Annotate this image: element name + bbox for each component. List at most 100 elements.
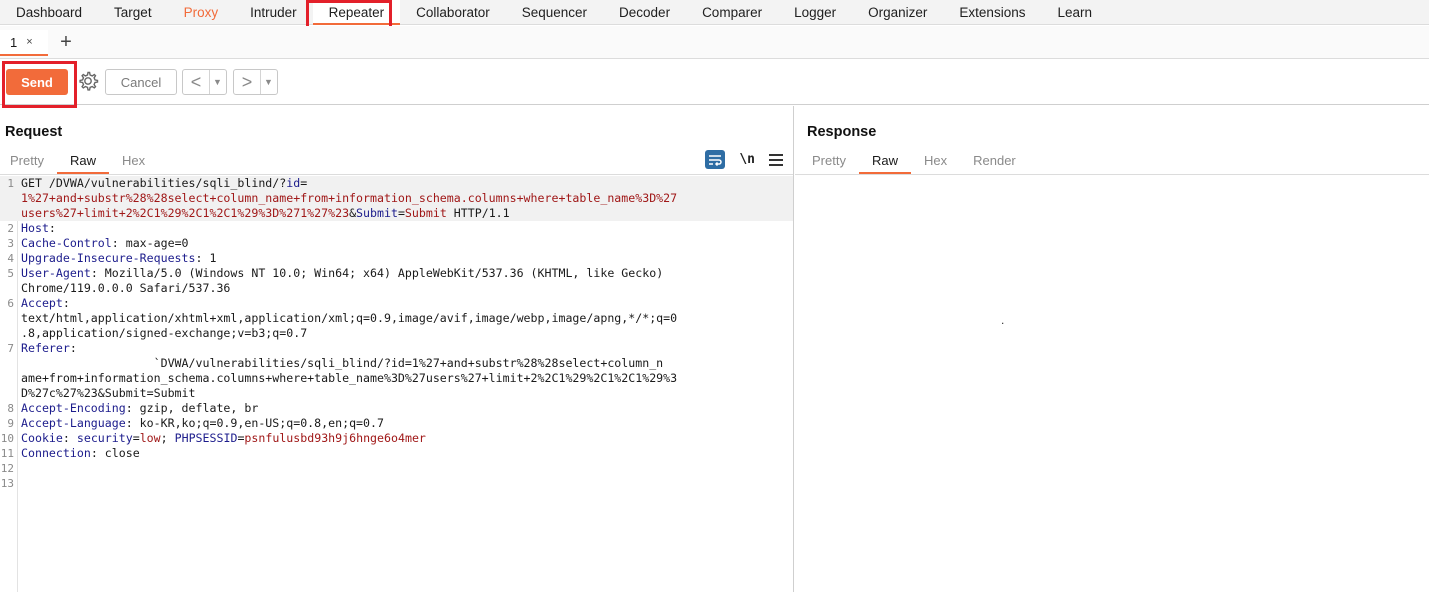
token-header-name: Upgrade-Insecure-Requests xyxy=(21,251,196,265)
line-number: 7 xyxy=(7,342,14,355)
token-header-name: Connection xyxy=(21,446,91,460)
line-number: 1 xyxy=(7,177,14,190)
token-text: : gzip, deflate, br xyxy=(125,401,259,415)
token-param-name: Submit xyxy=(356,206,398,220)
token-text: : Mozilla/5.0 (Windows NT 10.0; Win64; x… xyxy=(21,266,664,295)
line-content: Cache-Control: max-age=0 xyxy=(18,236,793,251)
nav-tab-sequencer[interactable]: Sequencer xyxy=(506,0,603,25)
token-header-name: Cache-Control xyxy=(21,236,112,250)
nav-tab-extensions[interactable]: Extensions xyxy=(943,0,1041,25)
word-wrap-icon[interactable] xyxy=(705,150,726,169)
history-forward-button[interactable]: > ▼ xyxy=(233,69,278,95)
menu-icon[interactable] xyxy=(769,153,783,166)
chevron-right-icon[interactable]: > xyxy=(234,70,260,94)
token-text: : `DVWA/vulnerabilities/sqli_blind/?id=1… xyxy=(21,341,678,400)
repeater-subtabs: 1 × + xyxy=(0,26,1429,59)
line-content: Upgrade-Insecure-Requests: 1 xyxy=(18,251,793,266)
line-number: 3 xyxy=(7,237,14,250)
line-content xyxy=(18,476,793,491)
request-line: 1 GET /DVWA/vulnerabilities/sqli_blind/?i… xyxy=(0,176,793,221)
token-header-name: Accept-Language xyxy=(21,416,126,430)
token-text: : xyxy=(48,221,56,235)
token-header-name: Referer xyxy=(21,341,70,355)
line-content: Accept-Language: ko-KR,ko;q=0.9,en-US;q=… xyxy=(18,416,793,431)
line-content: Accept: text/html,application/xhtml+xml,… xyxy=(18,296,793,341)
nav-tab-target[interactable]: Target xyxy=(98,0,168,25)
response-tab-hex[interactable]: Hex xyxy=(911,150,960,174)
line-number: 4 xyxy=(7,252,14,265)
token-header-name: User-Agent xyxy=(21,266,91,280)
token-text: : xyxy=(62,431,77,445)
response-tab-raw[interactable]: Raw xyxy=(858,150,911,174)
request-line: 7 Referer: `DVWA/vulnerabilities/sqli_bli… xyxy=(0,341,793,401)
line-number: 13 xyxy=(0,477,14,490)
history-back-button[interactable]: < ▼ xyxy=(182,69,227,95)
nav-tab-comparer[interactable]: Comparer xyxy=(686,0,778,25)
token-param-name: security xyxy=(76,431,133,445)
line-content: GET /DVWA/vulnerabilities/sqli_blind/?id… xyxy=(18,176,793,221)
gear-icon[interactable] xyxy=(77,70,99,92)
request-tab-hex[interactable]: Hex xyxy=(109,150,158,174)
chevron-down-icon[interactable]: ▼ xyxy=(209,70,225,94)
token-text: = xyxy=(132,431,140,445)
response-title: Response xyxy=(807,124,877,140)
request-line: 9 Accept-Language: ko-KR,ko;q=0.9,en-US;q… xyxy=(0,416,793,431)
send-button[interactable]: Send xyxy=(6,69,68,95)
divider xyxy=(795,174,1429,175)
line-content xyxy=(18,461,793,476)
token-header-name: Cookie xyxy=(21,431,63,445)
chevron-left-icon[interactable]: < xyxy=(183,70,209,94)
token-text: : close xyxy=(90,446,140,460)
response-tab-pretty[interactable]: Pretty xyxy=(799,150,859,174)
request-line: 6 Accept: text/html,application/xhtml+xml… xyxy=(0,296,793,341)
line-number: 5 xyxy=(7,267,14,280)
line-content: Accept-Encoding: gzip, deflate, br xyxy=(18,401,793,416)
divider xyxy=(0,174,793,175)
main-nav: Dashboard Target Proxy Intruder Repeater Coll… xyxy=(0,0,1429,25)
token-param-value: low xyxy=(139,431,161,445)
nav-tab-learn[interactable]: Learn xyxy=(1041,0,1108,25)
token-text: = xyxy=(300,176,308,190)
response-tab-render[interactable]: Render xyxy=(960,150,1029,174)
nav-tab-dashboard[interactable]: Dashboard xyxy=(0,0,98,25)
cancel-button[interactable]: Cancel xyxy=(105,69,177,95)
nav-tab-decoder[interactable]: Decoder xyxy=(603,0,686,25)
newline-toggle-icon[interactable]: \n xyxy=(739,152,755,167)
request-line: 13 xyxy=(0,476,793,491)
nav-tab-logger[interactable]: Logger xyxy=(778,0,852,25)
close-icon[interactable]: × xyxy=(26,36,32,48)
request-pane: Request Pretty Raw Hex \n 1 GET /DVWA/vulne… xyxy=(0,106,794,592)
token-text: HTTP/1.1 xyxy=(446,206,510,220)
request-tab-raw[interactable]: Raw xyxy=(56,150,109,174)
request-line: 8 Accept-Encoding: gzip, deflate, br xyxy=(0,401,793,416)
nav-tab-organizer[interactable]: Organizer xyxy=(852,0,943,25)
line-number: 2 xyxy=(7,222,14,235)
request-tab-pretty[interactable]: Pretty xyxy=(0,150,57,174)
token-text: : ko-KR,ko;q=0.9,en-US;q=0.8,en;q=0.7 xyxy=(125,416,384,430)
request-view-tabs: Pretty Raw Hex xyxy=(0,150,158,174)
repeater-tab-1[interactable]: 1 × xyxy=(0,30,48,56)
nav-tab-repeater[interactable]: Repeater xyxy=(312,0,401,25)
line-number: 8 xyxy=(7,402,14,415)
repeater-tab-label: 1 xyxy=(10,34,18,50)
add-tab-icon[interactable]: + xyxy=(56,30,76,54)
request-editor[interactable]: 1 GET /DVWA/vulnerabilities/sqli_blind/?i… xyxy=(0,176,793,592)
repeater-toolbar: Send Cancel < ▼ > ▼ xyxy=(0,60,1429,108)
chevron-down-icon[interactable]: ▼ xyxy=(260,70,276,94)
response-body: . xyxy=(1001,313,1005,327)
nav-tab-intruder[interactable]: Intruder xyxy=(234,0,313,25)
token-param-name: id xyxy=(286,176,301,190)
token-param-value: psnfulusbd93h9j6hnge6o4mer xyxy=(244,431,426,445)
token-text: ; xyxy=(160,431,175,445)
token-param-name: PHPSESSID xyxy=(174,431,238,445)
request-title: Request xyxy=(5,124,63,140)
nav-tab-collaborator[interactable]: Collaborator xyxy=(400,0,506,25)
request-line: 12 xyxy=(0,461,793,476)
token-text: = xyxy=(397,206,405,220)
token-text: : text/html,application/xhtml+xml,applic… xyxy=(21,296,678,340)
token-text: : 1 xyxy=(195,251,217,265)
line-content: User-Agent: Mozilla/5.0 (Windows NT 10.0… xyxy=(18,266,793,296)
token-text: : max-age=0 xyxy=(111,236,189,250)
nav-tab-proxy[interactable]: Proxy xyxy=(168,0,235,25)
request-editor-tools: \n xyxy=(705,150,783,169)
